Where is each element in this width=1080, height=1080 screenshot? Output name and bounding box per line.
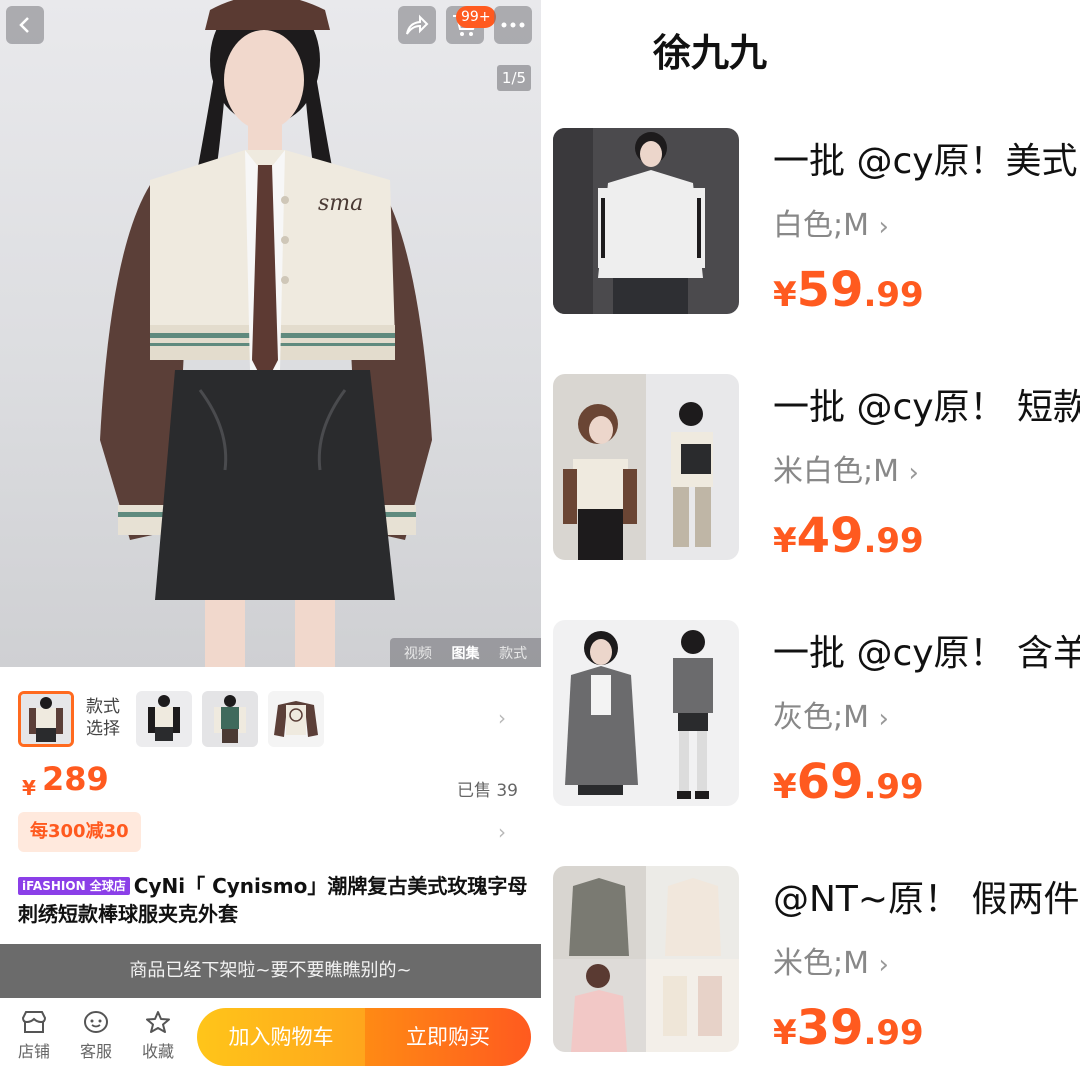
style-select-text: 款式 选择 <box>86 697 120 739</box>
item-price-decimal: .99 <box>863 521 924 561</box>
nav-customer-service[interactable]: 客服 <box>74 1010 118 1062</box>
item-variant[interactable]: 白色;M › <box>773 200 889 244</box>
item-price-integer: 59 <box>796 262 864 318</box>
nav-store-label: 店铺 <box>17 1042 50 1061</box>
chevron-right-icon: › <box>908 458 919 488</box>
nav-store[interactable]: 店铺 <box>12 1010 56 1062</box>
offline-notice: 商品已经下架啦~要不要瞧瞧别的~ <box>0 944 541 998</box>
bottom-action-bar: 店铺 客服 收藏 加入购物车 立即购买 <box>0 1000 541 1080</box>
product-photo: sma <box>100 0 432 667</box>
item-price-integer: 69 <box>796 754 864 810</box>
item-title: 一批 @cy原！美式 <box>773 141 1078 182</box>
tab-video[interactable]: 视频 <box>404 643 432 663</box>
price: 289 <box>42 760 109 798</box>
item-variant-text: 米色;M <box>773 946 869 981</box>
chevron-left-icon <box>19 17 29 33</box>
style-thumbnail-image <box>268 691 324 747</box>
store-icon <box>21 1011 47 1033</box>
shop-order-panel: 徐九九 一批 @cy原！美式 白色;M › ¥59.99 一批 @cy原！ 短款… <box>541 0 1080 1080</box>
product-image-carousel[interactable]: sma 99+ 1/5 视频 图集 款式 <box>0 0 541 667</box>
item-price-integer: 49 <box>796 508 864 564</box>
item-price-decimal: .99 <box>863 1013 924 1053</box>
item-variant-text: 米白色;M <box>773 454 899 489</box>
product-detail-panel: sma 99+ 1/5 视频 图集 款式 款式 选择 › ¥ 289 已售 39… <box>0 0 541 1080</box>
item-image <box>553 374 739 560</box>
nav-favorite-label: 收藏 <box>141 1042 174 1061</box>
nav-customer-service-label: 客服 <box>79 1042 112 1061</box>
style-thumbnail[interactable] <box>136 691 192 747</box>
list-item[interactable]: @NT~原！ 假两件 米色;M › ¥39.99 <box>541 866 1080 1066</box>
item-price-decimal: .99 <box>863 275 924 315</box>
item-price-integer: 39 <box>796 1000 864 1056</box>
item-variant[interactable]: 米白色;M › <box>773 446 919 490</box>
style-selector[interactable]: 款式 选择 › <box>0 688 541 752</box>
nav-favorite[interactable]: 收藏 <box>136 1010 180 1062</box>
item-price: ¥49.99 <box>773 508 924 564</box>
style-thumbnail-selected[interactable] <box>18 691 74 747</box>
price-currency: ¥ <box>22 776 36 800</box>
style-thumbnail-image <box>136 691 192 747</box>
chevron-right-icon: › <box>878 950 889 980</box>
item-price-currency: ¥ <box>773 521 797 561</box>
item-price-currency: ¥ <box>773 767 797 807</box>
chevron-right-icon: › <box>878 704 889 734</box>
sold-count: 已售 39 <box>456 781 518 801</box>
add-to-cart-button[interactable]: 加入购物车 <box>197 1008 365 1066</box>
image-counter: 1/5 <box>497 65 531 91</box>
item-photo <box>553 128 739 314</box>
chevron-right-icon: › <box>498 706 506 730</box>
promo-badge[interactable]: 每300减30 <box>18 812 141 852</box>
share-button[interactable] <box>398 6 436 44</box>
product-title: iFASHION 全球店 CyNi「 Cynismo」潮牌复古美式玫瑰字母刺绣短款… <box>18 872 528 928</box>
item-price-decimal: .99 <box>863 767 924 807</box>
style-select-label: 款式 选择 <box>86 696 130 740</box>
item-photo <box>553 620 739 806</box>
share-icon <box>406 14 429 35</box>
item-image <box>553 620 739 806</box>
tab-styles[interactable]: 款式 <box>499 643 527 663</box>
star-icon <box>146 1011 170 1033</box>
more-button[interactable] <box>494 6 532 44</box>
item-photo <box>553 374 739 560</box>
list-item[interactable]: 一批 @cy原！美式 白色;M › ¥59.99 <box>541 128 1080 328</box>
item-variant[interactable]: 灰色;M › <box>773 692 889 736</box>
list-item[interactable]: 一批 @cy原！ 短款 米白色;M › ¥49.99 <box>541 374 1080 574</box>
price-row: ¥ 289 已售 39 <box>18 760 528 804</box>
item-price: ¥59.99 <box>773 262 924 318</box>
item-image <box>553 128 739 314</box>
item-title: @NT~原！ 假两件 <box>773 879 1080 920</box>
item-variant-text: 灰色;M <box>773 700 869 735</box>
shop-name[interactable]: 徐九九 <box>653 22 767 77</box>
item-image <box>553 866 739 1052</box>
style-thumbnail[interactable] <box>268 691 324 747</box>
item-variant[interactable]: 米色;M › <box>773 938 889 982</box>
item-title: 一批 @cy原！ 短款 <box>773 387 1080 428</box>
tab-gallery[interactable]: 图集 <box>451 643 479 663</box>
style-thumbnail-image <box>202 691 258 747</box>
media-tabs: 视频 图集 款式 <box>390 638 541 667</box>
item-price-currency: ¥ <box>773 275 797 315</box>
ifashion-tag: iFASHION 全球店 <box>18 877 130 895</box>
back-button[interactable] <box>6 6 44 44</box>
cart-count-badge: 99+ <box>456 6 496 28</box>
chevron-right-icon: › <box>498 820 506 844</box>
more-icon <box>501 22 525 28</box>
item-price: ¥69.99 <box>773 754 924 810</box>
item-price-currency: ¥ <box>773 1013 797 1053</box>
customer-service-icon <box>84 1011 108 1033</box>
item-title: 一批 @cy原！ 含羊 <box>773 633 1080 674</box>
svg-text:sma: sma <box>318 191 363 216</box>
style-thumbnail-image <box>21 694 71 744</box>
style-thumbnail[interactable] <box>202 691 258 747</box>
item-photo <box>553 866 739 1052</box>
chevron-right-icon: › <box>878 212 889 242</box>
item-price: ¥39.99 <box>773 1000 924 1056</box>
list-item[interactable]: 一批 @cy原！ 含羊 灰色;M › ¥69.99 <box>541 620 1080 820</box>
buy-now-button[interactable]: 立即购买 <box>365 1008 531 1066</box>
item-variant-text: 白色;M <box>773 208 869 243</box>
